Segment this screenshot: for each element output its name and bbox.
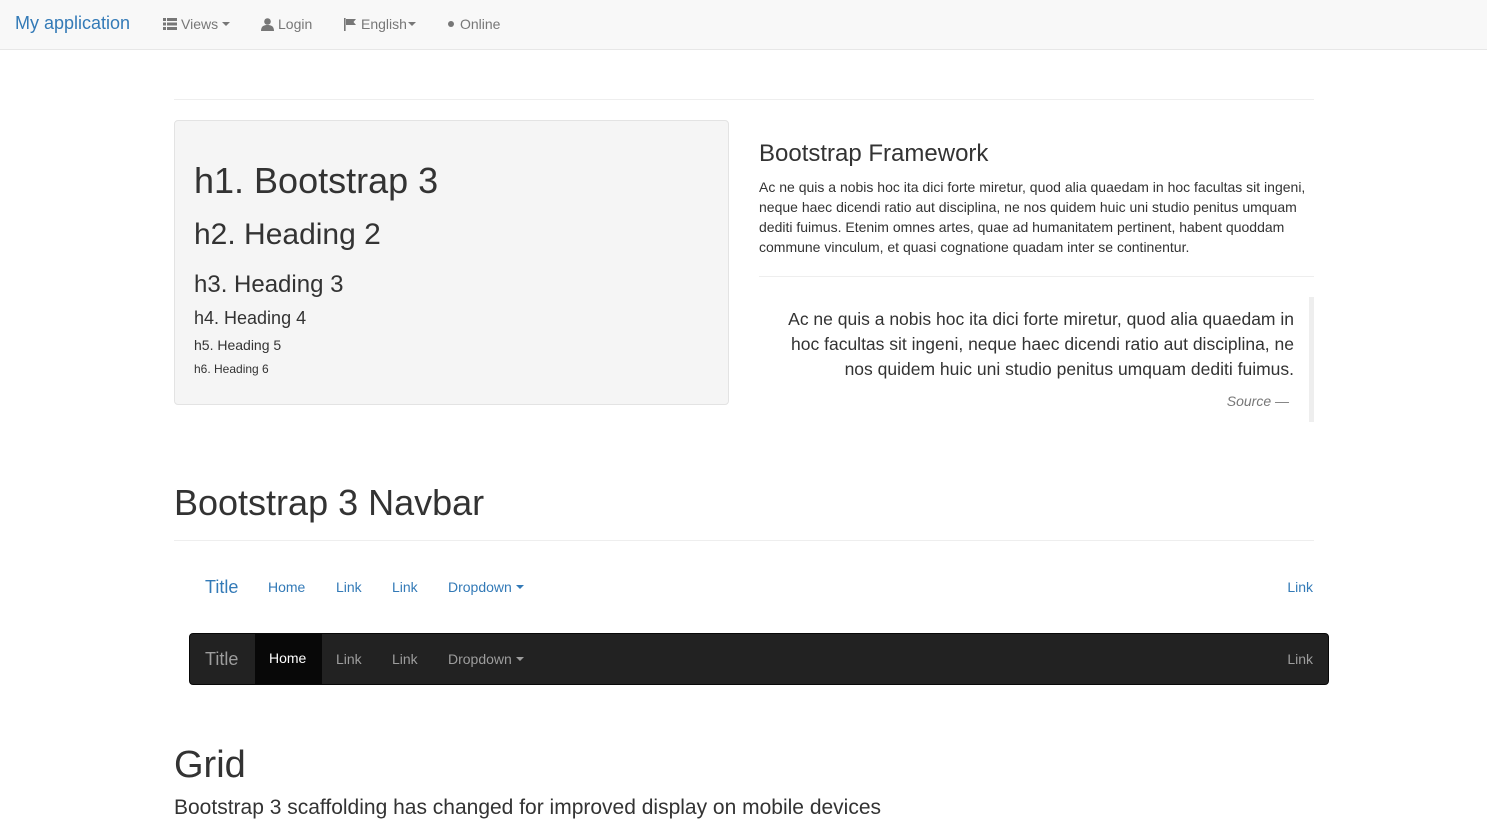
navbar-title[interactable]: Title [205, 577, 238, 598]
nav-dropdown[interactable]: Dropdown [448, 651, 524, 667]
heading-1: h1. Bootstrap 3 [194, 160, 439, 201]
heading-6: h6. Heading 6 [194, 362, 269, 376]
views-label: Views [181, 16, 219, 32]
framework-text: Ac ne quis a nobis hoc ita dici forte mi… [759, 179, 1306, 255]
nav-dropdown[interactable]: Dropdown [448, 579, 524, 595]
brand-link[interactable]: My application [15, 13, 130, 34]
nav-link[interactable]: Link [392, 651, 418, 667]
views-dropdown[interactable]: Views [163, 16, 231, 32]
dropdown-label: Dropdown [448, 651, 512, 667]
divider [759, 276, 1314, 277]
login-label: Login [278, 16, 313, 32]
nav-link[interactable]: Link [336, 579, 362, 595]
blockquote-text: Ac ne quis a nobis hoc ita dici forte mi… [788, 309, 1294, 379]
grid-lead: Bootstrap 3 scaffolding has changed for … [174, 796, 882, 819]
heading-4: h4. Heading 4 [194, 308, 307, 328]
status-dot-icon [448, 21, 454, 27]
nav-link-right[interactable]: Link [1287, 651, 1313, 667]
navbar-title[interactable]: Title [205, 649, 238, 670]
online-status: Online [448, 16, 500, 32]
navbar-section-title: Bootstrap 3 Navbar [174, 482, 485, 523]
blockquote: Ac ne quis a nobis hoc ita dici forte mi… [759, 297, 1314, 422]
language-label: English [361, 16, 407, 32]
flag-icon [344, 17, 356, 31]
active-label: Home [269, 650, 307, 666]
heading-5: h5. Heading 5 [194, 337, 282, 353]
dropdown-label: Dropdown [448, 579, 512, 595]
caret-down-icon [515, 585, 524, 589]
login-link[interactable]: Login [261, 16, 312, 32]
nav-link[interactable]: Link [336, 651, 362, 667]
nav-link-home-active[interactable]: Home [255, 634, 322, 684]
nav-link[interactable]: Link [392, 579, 418, 595]
divider [174, 540, 1314, 541]
heading-3: h3. Heading 3 [194, 271, 344, 298]
headings-well: h1. Bootstrap 3 h2. Heading 2 h3. Headin… [174, 120, 729, 405]
caret-down-icon [515, 657, 524, 661]
grid-section-title: Grid [174, 744, 246, 786]
inverse-navbar: Title Home Link Link Dropdown Link [189, 633, 1329, 685]
framework-title: Bootstrap Framework [759, 140, 989, 167]
caret-down-icon [222, 22, 231, 26]
list-icon [163, 18, 177, 30]
top-navbar: My application Views Login English Onlin… [0, 0, 1487, 50]
blockquote-source: Source — [1226, 393, 1289, 409]
status-label: Online [460, 16, 501, 32]
default-navbar: Title Home Link Link Dropdown Link [189, 565, 1329, 609]
heading-2: h2. Heading 2 [194, 218, 381, 251]
language-dropdown[interactable]: English [344, 16, 416, 32]
caret-down-icon [407, 22, 416, 26]
nav-link-right[interactable]: Link [1287, 579, 1313, 595]
user-icon [261, 17, 274, 31]
divider [174, 99, 1314, 100]
nav-link-home[interactable]: Home [268, 579, 305, 595]
